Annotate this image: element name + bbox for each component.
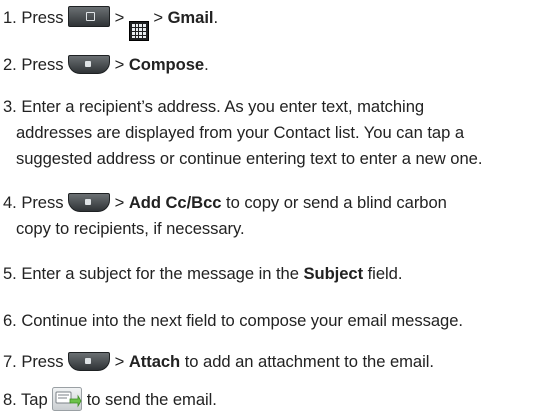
compose-label: Compose bbox=[128, 55, 205, 74]
step-text-line: Enter a recipient’s address. As you ente… bbox=[21, 97, 425, 116]
step-text: Press bbox=[21, 193, 64, 212]
step-text-line: addresses are displayed from your Contac… bbox=[16, 123, 465, 142]
add-cc-bcc-label: Add Cc/Bcc bbox=[128, 193, 222, 212]
step-6: 6. Continue into the next field to compo… bbox=[3, 308, 463, 334]
step-text: to send the email. bbox=[86, 390, 217, 409]
send-email-icon bbox=[52, 387, 83, 411]
step-text: > bbox=[153, 8, 168, 27]
step-text: > bbox=[114, 55, 129, 74]
step-7: 7. Press > Attach to add an attachment t… bbox=[3, 349, 434, 375]
step-text: Press bbox=[21, 55, 64, 74]
applications-grid-icon bbox=[128, 21, 149, 42]
step-3: 3. Enter a recipient’s address. As you e… bbox=[3, 94, 482, 172]
menu-key-icon bbox=[68, 193, 111, 212]
gmail-label: Gmail bbox=[167, 8, 214, 27]
menu-key-icon bbox=[68, 55, 111, 74]
step-4: 4. Press > Add Cc/Bcc to copy or send a … bbox=[3, 190, 447, 242]
step-text: . bbox=[213, 8, 219, 27]
menu-key-icon bbox=[68, 352, 111, 371]
step-text: Enter a subject for the message in the bbox=[21, 264, 304, 283]
step-number: 8. bbox=[3, 390, 17, 409]
step-5: 5. Enter a subject for the message in th… bbox=[3, 261, 402, 287]
step-text: > bbox=[114, 8, 125, 27]
step-number: 7. bbox=[3, 352, 17, 371]
step-text-line: copy to recipients, if necessary. bbox=[16, 219, 245, 238]
step-number: 5. bbox=[3, 264, 17, 283]
step-text: . bbox=[204, 55, 209, 74]
step-number: 2. bbox=[3, 55, 17, 74]
step-text: Tap bbox=[21, 390, 48, 409]
step-text: Press bbox=[21, 8, 64, 27]
step-text: to add an attachment to the email. bbox=[180, 352, 434, 371]
step-number: 6. bbox=[3, 311, 17, 330]
step-text-line: suggested address or continue entering t… bbox=[16, 149, 483, 168]
step-2: 2. Press > Compose. bbox=[3, 52, 209, 78]
step-number: 1. bbox=[3, 8, 17, 27]
step-number: 3. bbox=[3, 97, 17, 116]
step-text: > bbox=[114, 193, 129, 212]
step-number: 4. bbox=[3, 193, 17, 212]
step-text: to copy or send a blind carbon bbox=[221, 193, 447, 212]
step-text: > bbox=[114, 352, 129, 371]
step-text: field. bbox=[363, 264, 403, 283]
subject-label: Subject bbox=[303, 264, 364, 283]
step-text: Press bbox=[21, 352, 64, 371]
attach-label: Attach bbox=[128, 352, 181, 371]
step-1: 1. Press > > Gmail. bbox=[3, 5, 219, 42]
step-text: Continue into the next field to compose … bbox=[21, 311, 463, 330]
home-key-icon bbox=[68, 6, 111, 27]
step-8: 8. Tap to send the email. bbox=[3, 387, 217, 413]
